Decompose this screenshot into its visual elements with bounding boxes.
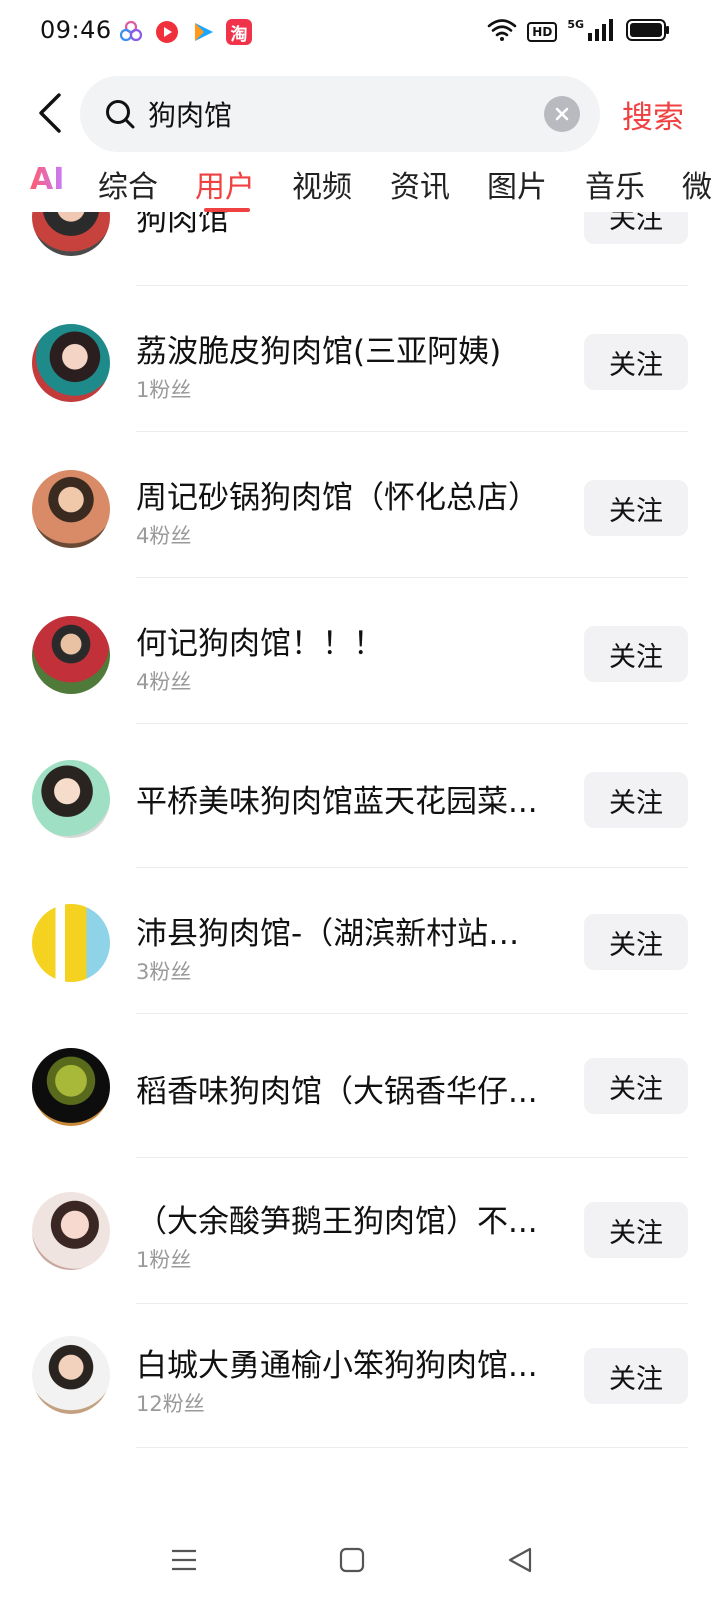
triangle-back-icon: [508, 1547, 532, 1573]
search-button[interactable]: 搜索: [622, 92, 684, 137]
menu-icon: [172, 1549, 196, 1571]
system-nav-bar: [0, 1540, 720, 1612]
tab-images[interactable]: 图片: [487, 162, 547, 206]
status-time: 09:46: [40, 16, 112, 44]
back-nav-button[interactable]: [500, 1540, 540, 1580]
avatar[interactable]: [32, 904, 110, 982]
user-row[interactable]: 白城大勇通榆小笨狗狗肉馆... 12粉丝 关注: [0, 1304, 720, 1450]
avatar[interactable]: [32, 1336, 110, 1414]
avatar[interactable]: [32, 324, 110, 402]
search-box[interactable]: [80, 76, 600, 152]
active-tab-indicator: [204, 208, 250, 212]
avatar[interactable]: [32, 212, 110, 256]
user-row[interactable]: 荔波脆皮狗肉馆(三亚阿姨) 1粉丝 关注: [0, 286, 720, 432]
follow-button[interactable]: 关注: [584, 334, 688, 390]
close-icon: [555, 107, 569, 121]
status-bar: 09:46 淘 HD 5G: [0, 0, 720, 64]
user-row[interactable]: （大余酸笋鹅王狗肉馆）不... 1粉丝 关注: [0, 1158, 720, 1304]
wifi-icon: [487, 18, 517, 46]
notification-icons: 淘: [118, 18, 252, 46]
user-name: 荔波脆皮狗肉馆(三亚阿姨): [136, 334, 502, 370]
chevron-left-icon: [39, 93, 61, 133]
user-name: 沛县狗肉馆-（湖滨新村站台...: [136, 916, 546, 952]
user-row[interactable]: 何记狗肉馆！！！ 4粉丝 关注: [0, 578, 720, 724]
taobao-glyph: 淘: [230, 24, 248, 45]
menu-button[interactable]: [164, 1540, 204, 1580]
clear-button[interactable]: [544, 96, 580, 132]
screen: 09:46 淘 HD 5G 狗肉馆 搜索 AI 综合 用户 视频 资讯 图片 音…: [0, 0, 720, 1612]
follow-button[interactable]: 关注: [584, 1058, 688, 1114]
follow-button[interactable]: 关注: [584, 480, 688, 536]
app-blue-play-icon: [190, 19, 216, 45]
tab-users[interactable]: 用户: [195, 162, 255, 206]
user-name: 狗肉馆: [136, 212, 229, 238]
follow-button[interactable]: 关注: [584, 1202, 688, 1258]
tab-music[interactable]: 音乐: [585, 162, 645, 206]
app-clover-icon: [118, 19, 144, 45]
network-type: 5G: [567, 17, 584, 31]
row-divider: [136, 1447, 688, 1448]
user-row[interactable]: 平桥美味狗肉馆蓝天花园菜... 关注: [0, 724, 720, 870]
category-tabs: AI 综合 用户 视频 资讯 图片 音乐 微: [0, 156, 720, 212]
app-taobao-icon: 淘: [226, 19, 252, 45]
user-list: 狗肉馆 关注 荔波脆皮狗肉馆(三亚阿姨) 1粉丝 关注 周记砂锅狗肉馆（怀化总店…: [0, 212, 720, 1502]
user-fans-count: 4粉丝: [136, 524, 192, 548]
avatar[interactable]: [32, 1048, 110, 1126]
tab-videos[interactable]: 视频: [292, 162, 352, 206]
user-row[interactable]: 周记砂锅狗肉馆（怀化总店） 4粉丝 关注: [0, 432, 720, 578]
follow-button[interactable]: 关注: [584, 212, 688, 244]
back-button[interactable]: [30, 90, 70, 136]
user-fans-count: 1粉丝: [136, 378, 192, 402]
home-button[interactable]: [332, 1540, 372, 1580]
avatar[interactable]: [32, 1192, 110, 1270]
user-fans-count: 4粉丝: [136, 670, 192, 694]
search-icon: [106, 100, 135, 129]
user-fans-count: 12粉丝: [136, 1392, 205, 1416]
signal-icon: [586, 18, 616, 46]
system-indicators: HD 5G: [487, 18, 670, 46]
user-name: 何记狗肉馆！！！: [136, 626, 384, 662]
user-fans-count: 3粉丝: [136, 960, 192, 984]
tab-more[interactable]: 微: [682, 162, 712, 206]
search-header: 搜索: [0, 72, 720, 154]
follow-button[interactable]: 关注: [584, 626, 688, 682]
user-name: （大余酸笋鹅王狗肉馆）不...: [136, 1204, 538, 1240]
follow-button[interactable]: 关注: [584, 914, 688, 970]
follow-button[interactable]: 关注: [584, 772, 688, 828]
avatar[interactable]: [32, 760, 110, 838]
hd-badge: HD: [527, 22, 558, 42]
avatar[interactable]: [32, 616, 110, 694]
user-name: 平桥美味狗肉馆蓝天花园菜...: [136, 784, 538, 820]
user-name: 白城大勇通榆小笨狗狗肉馆...: [136, 1348, 538, 1384]
user-name: 周记砂锅狗肉馆（怀化总店）: [136, 480, 539, 516]
square-home-icon: [339, 1547, 365, 1573]
battery-icon: [626, 19, 670, 45]
user-row[interactable]: 稻香味狗肉馆（大锅香华仔... 关注: [0, 1014, 720, 1160]
user-name: 稻香味狗肉馆（大锅香华仔...: [136, 1074, 538, 1110]
app-red-play-icon: [154, 19, 180, 45]
follow-button[interactable]: 关注: [584, 1348, 688, 1404]
user-row[interactable]: 沛县狗肉馆-（湖滨新村站台... 3粉丝 关注: [0, 868, 720, 1014]
search-input[interactable]: [148, 94, 528, 134]
avatar[interactable]: [32, 470, 110, 548]
tab-ai[interactable]: AI: [30, 162, 64, 197]
tab-comprehensive[interactable]: 综合: [98, 162, 158, 206]
user-fans-count: 1粉丝: [136, 1248, 192, 1272]
user-row[interactable]: 狗肉馆 关注: [0, 212, 720, 286]
tab-news[interactable]: 资讯: [390, 162, 450, 206]
